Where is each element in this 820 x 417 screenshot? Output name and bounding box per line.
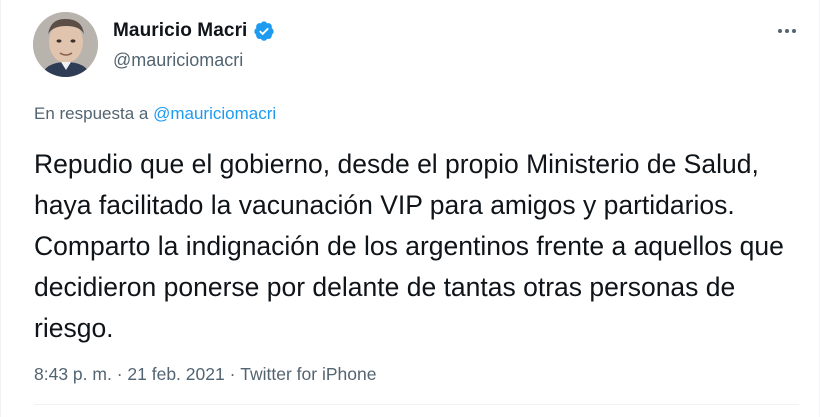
- reply-handle-link[interactable]: @mauriciomacri: [153, 104, 276, 123]
- author-display-name[interactable]: Mauricio Macri: [113, 20, 247, 42]
- meta-separator: ·: [111, 364, 128, 384]
- more-dot: [792, 29, 796, 33]
- more-dot: [778, 29, 782, 33]
- author-handle[interactable]: @mauriciomacri: [113, 50, 243, 71]
- avatar-photo: [33, 12, 98, 77]
- tweet-time[interactable]: 8:43 p. m.: [34, 364, 112, 385]
- more-dot: [785, 29, 789, 33]
- reply-context: En respuesta a @mauriciomacri: [34, 104, 276, 124]
- reply-prefix: En respuesta a: [34, 104, 149, 123]
- verified-badge-icon: [253, 20, 275, 42]
- tweet-date[interactable]: 21 feb. 2021: [127, 364, 224, 385]
- meta-separator: ·: [224, 364, 241, 384]
- more-options-icon[interactable]: [775, 22, 799, 40]
- author-name-row[interactable]: Mauricio Macri: [113, 20, 275, 42]
- tweet-text: Repudio que el gobierno, desde el propio…: [34, 149, 784, 343]
- avatar[interactable]: [33, 12, 98, 77]
- tweet-source[interactable]: Twitter for iPhone: [240, 364, 376, 385]
- divider: [34, 404, 799, 405]
- tweet-card: Mauricio Macri @mauriciomacri En respues…: [0, 0, 820, 417]
- tweet-meta: 8:43 p. m. · 21 feb. 2021 · Twitter for …: [34, 364, 376, 385]
